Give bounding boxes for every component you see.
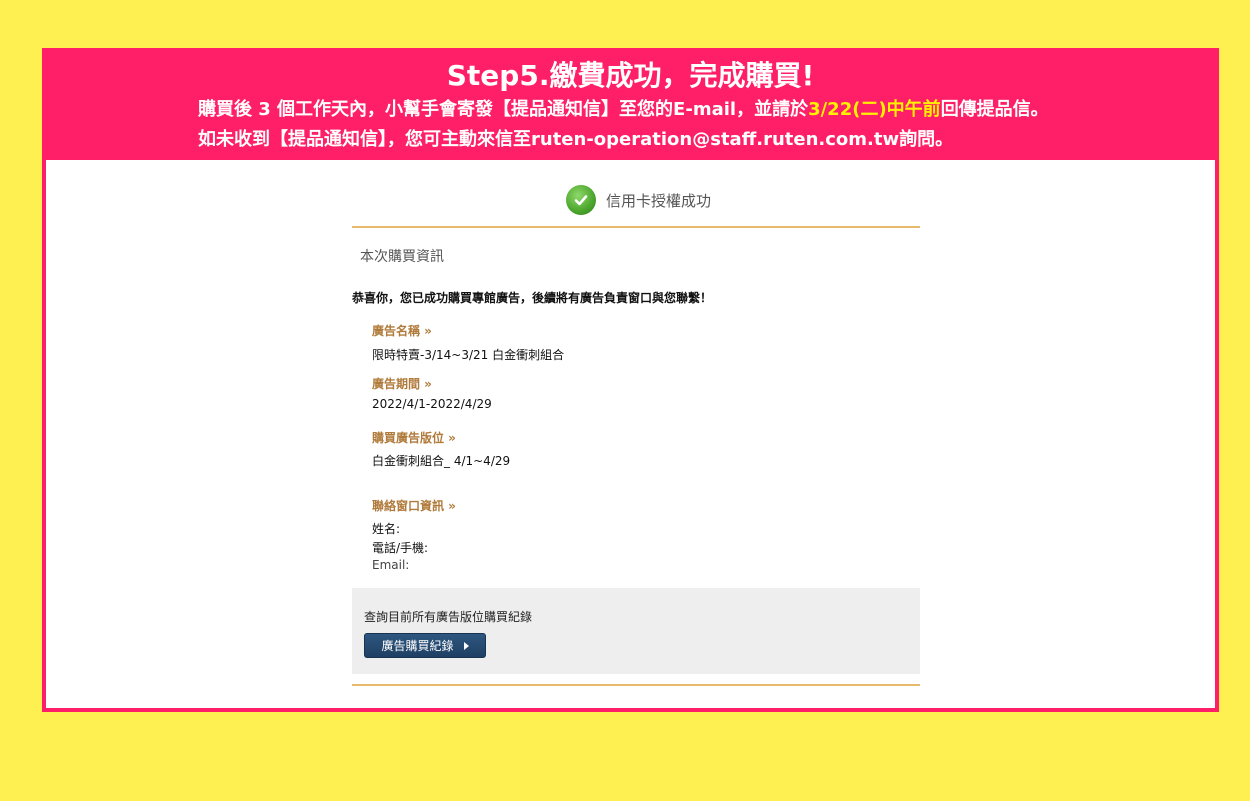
- status-text: 信用卡授權成功: [606, 191, 712, 210]
- ad-period-label: 廣告期間 »: [372, 377, 432, 391]
- notice-line-1-end: 回傳提品信。: [940, 99, 1049, 120]
- instruction-card: Step5.繳費成功，完成購買! 購買後 3 個工作天內，小幫手會寄發【提品通知…: [42, 48, 1219, 712]
- contact-email: Email:: [372, 558, 410, 572]
- section-title: 本次購買資訊: [360, 249, 444, 265]
- contact-label: 聯絡窗口資訊 »: [372, 499, 456, 513]
- step-banner: Step5.繳費成功，完成購買! 購買後 3 個工作天內，小幫手會寄發【提品通知…: [42, 48, 1219, 160]
- purchase-record-button[interactable]: 廣告購買紀錄: [364, 633, 486, 658]
- divider-top: [352, 226, 920, 228]
- step-title: Step5.繳費成功，完成購買!: [446, 59, 815, 92]
- notice-line-1-text: 購買後 3 個工作天內，小幫手會寄發【提品通知信】至您的E-mail，並請於: [198, 99, 809, 120]
- notice-line-2: 如未收到【提品通知信】，您可主動來信至ruten-operation@staff…: [198, 129, 954, 150]
- ad-name-value: 限時特賣-3/14~3/21 白金衝刺組合: [372, 348, 565, 362]
- query-box: 查詢目前所有廣告版位購買紀錄 廣告購買紀錄: [352, 588, 920, 674]
- query-text: 查詢目前所有廣告版位購買紀錄: [364, 610, 533, 624]
- contact-phone: 電話/手機:: [372, 541, 429, 555]
- purchase-record-button-label: 廣告購買紀錄: [381, 639, 454, 653]
- deadline-highlight: 3/22(二)中午前: [808, 99, 941, 120]
- check-icon: [566, 185, 596, 215]
- screenshot-panel: 信用卡授權成功 本次購買資訊 恭喜你，您已成功購買專館廣告，後續將有廣告負責窗口…: [46, 160, 1215, 708]
- contact-name: 姓名:: [372, 522, 401, 536]
- arrow-right-icon: [463, 641, 469, 650]
- ad-slot-value: 白金衝刺組合_ 4/1~4/29: [372, 454, 511, 468]
- notice-line-1: 購買後 3 個工作天內，小幫手會寄發【提品通知信】至您的E-mail，並請於3/…: [198, 98, 1049, 122]
- divider-bottom: [352, 684, 920, 686]
- ad-name-label: 廣告名稱 »: [372, 324, 432, 338]
- authorization-status: 信用卡授權成功: [566, 184, 711, 216]
- ad-slot-label: 購買廣告版位 »: [372, 431, 456, 445]
- congrats-message: 恭喜你，您已成功購買專館廣告，後續將有廣告負責窗口與您聯繫！: [352, 291, 713, 305]
- ad-period-value: 2022/4/1-2022/4/29: [372, 397, 492, 411]
